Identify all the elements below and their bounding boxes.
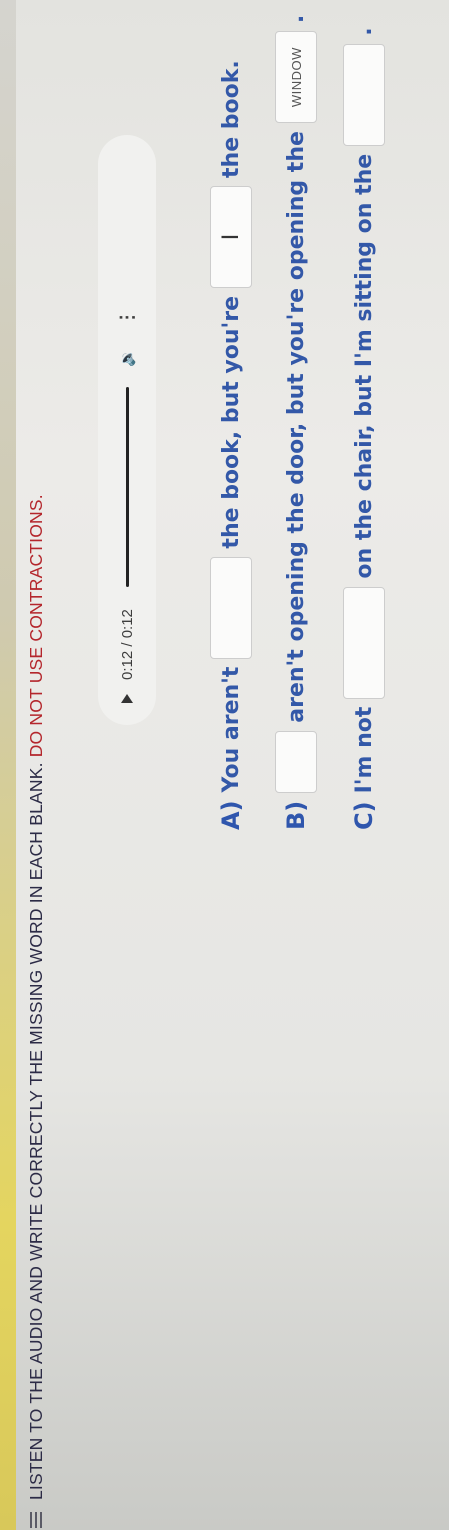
question-text: the book, but you're [218, 295, 244, 549]
play-icon[interactable] [121, 694, 133, 703]
question-text: on the chair, but I'm sitting on the [351, 153, 377, 579]
question-label: C) [350, 801, 378, 830]
instruction-main: LISTEN TO THE AUDIO AND WRITE CORRECTLY … [26, 762, 46, 1500]
hamburger-icon[interactable] [30, 1512, 44, 1528]
question-b: B) aren't opening the door, but you're o… [275, 15, 317, 830]
question-text: the book. [218, 60, 244, 178]
instruction-text: LISTEN TO THE AUDIO AND WRITE CORRECTLY … [26, 494, 47, 1500]
audio-time: 0:12 / 0:12 [118, 609, 136, 680]
question-text: aren't opening the door, but you're open… [283, 131, 309, 723]
question-label: B) [282, 800, 310, 830]
blank-input[interactable] [275, 730, 317, 793]
question-text: I'm not [351, 706, 377, 794]
question-text: You aren't [218, 666, 244, 793]
instruction-warning: DO NOT USE CONTRACTIONS. [26, 494, 46, 758]
audio-progress-bar[interactable] [125, 387, 129, 588]
top-accent-bar [0, 0, 16, 1530]
question-label: A) [217, 800, 245, 830]
page: LISTEN TO THE AUDIO AND WRITE CORRECTLY … [0, 0, 449, 1530]
audio-player: 0:12 / 0:12 🔉 ⋮ [98, 135, 156, 725]
text-cursor-icon: I [217, 233, 244, 241]
blank-input[interactable] [343, 43, 385, 146]
blank-input[interactable]: I [210, 185, 252, 288]
volume-icon[interactable]: 🔉 [118, 348, 136, 367]
blank-input[interactable] [343, 586, 385, 699]
question-c: C) I'm not on the chair, but I'm sitting… [343, 27, 385, 830]
question-a: A) You aren't the book, but you're I the… [210, 60, 252, 830]
blank-input[interactable]: WINDOW [275, 31, 317, 124]
blank-input[interactable] [210, 556, 252, 659]
question-end: . [283, 14, 309, 24]
question-end: . [351, 27, 377, 36]
more-vert-icon[interactable]: ⋮ [117, 308, 138, 326]
